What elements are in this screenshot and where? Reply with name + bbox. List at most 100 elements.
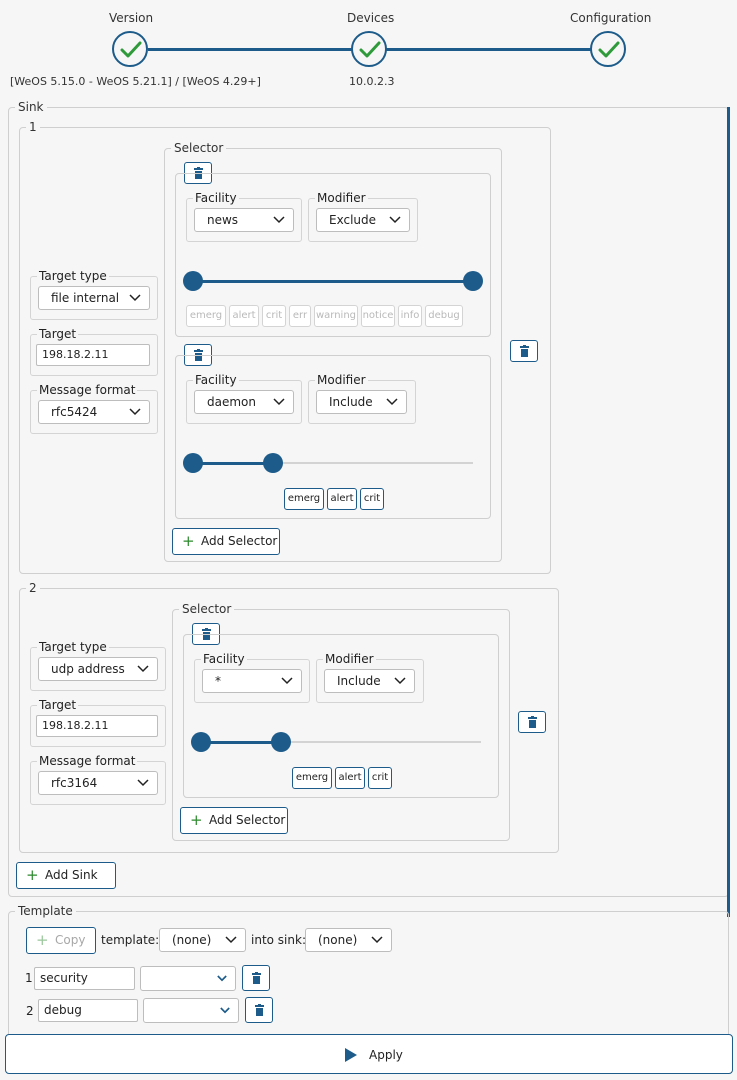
sink-2-target-type-select[interactable]: udp address	[38, 657, 158, 681]
slider-handle-start[interactable]	[183, 453, 203, 473]
facility-select[interactable]: *	[202, 669, 302, 693]
delete-template-row-button[interactable]	[242, 965, 270, 991]
template-legend: Template	[15, 904, 76, 918]
chevron-down-icon	[225, 936, 237, 944]
sink-2-index: 2	[26, 581, 40, 595]
step-version-circle[interactable]	[112, 31, 148, 67]
level-tag-alert[interactable]: alert	[327, 488, 357, 510]
delete-template-row-button[interactable]	[245, 997, 273, 1023]
selector-legend: Selector	[171, 141, 227, 155]
modifier-select[interactable]: Exclude	[316, 208, 410, 232]
check-icon	[359, 41, 381, 58]
slider-handle-end[interactable]	[263, 453, 283, 473]
facility-label: Facility	[193, 191, 239, 205]
facility-label: Facility	[193, 373, 239, 387]
slider-range-fill	[201, 740, 281, 744]
chevron-down-icon	[129, 294, 141, 302]
level-tag-crit[interactable]: crit	[360, 488, 384, 510]
target-type-label: Target type	[37, 269, 109, 283]
chevron-down-icon	[220, 1007, 230, 1014]
add-selector-button[interactable]: + Add Selector	[180, 807, 288, 834]
template-row-name-input[interactable]: debug	[38, 999, 138, 1022]
sink-1-target-input[interactable]: 198.18.2.11	[36, 344, 150, 366]
facility-select[interactable]: daemon	[194, 390, 294, 414]
slider-handle-start[interactable]	[183, 271, 203, 291]
template-row-select[interactable]	[140, 966, 236, 991]
into-sink-select[interactable]: (none)	[305, 928, 392, 952]
step-connector-1	[148, 48, 353, 51]
trash-icon	[252, 972, 261, 984]
step-devices-sub: 10.0.2.3	[349, 75, 395, 88]
template-select[interactable]: (none)	[159, 928, 246, 952]
copy-button[interactable]: + Copy	[26, 927, 96, 954]
add-selector-button[interactable]: + Add Selector	[172, 528, 280, 555]
step-configuration-circle[interactable]	[590, 31, 626, 67]
step-devices-circle[interactable]	[351, 31, 387, 67]
chevron-down-icon	[129, 408, 141, 416]
modifier-select[interactable]: Include	[316, 390, 407, 414]
template-label: template:	[101, 933, 160, 947]
sink-1-format-select[interactable]: rfc5424	[38, 400, 150, 424]
slider-range-fill	[193, 279, 473, 283]
level-tag-err[interactable]: err	[289, 305, 311, 327]
step-version-label: Version	[109, 11, 154, 25]
apply-button[interactable]: Apply	[5, 1034, 733, 1074]
modifier-label: Modifier	[315, 373, 368, 387]
check-icon	[120, 41, 142, 58]
target-label: Target	[37, 698, 79, 712]
chevron-down-icon	[273, 398, 285, 406]
level-tag-alert[interactable]: alert	[335, 767, 365, 789]
selector-legend: Selector	[179, 602, 235, 616]
chevron-down-icon	[273, 216, 285, 224]
level-tag-emerg[interactable]: emerg	[186, 305, 226, 327]
modifier-label: Modifier	[315, 191, 368, 205]
facility-select[interactable]: news	[194, 208, 294, 232]
check-icon	[598, 41, 620, 58]
delete-sink-button[interactable]	[518, 711, 546, 733]
message-format-label: Message format	[37, 754, 138, 768]
target-label: Target	[37, 327, 79, 341]
sink-2-target-input[interactable]: 198.18.2.11	[36, 715, 158, 737]
apply-label: Apply	[369, 1048, 403, 1062]
step-devices-label: Devices	[347, 11, 395, 25]
slider-range-fill	[193, 461, 273, 465]
modifier-select[interactable]: Include	[324, 669, 415, 693]
slider-handle-start[interactable]	[191, 732, 211, 752]
delete-sink-button[interactable]	[510, 340, 538, 362]
slider-handle-end[interactable]	[463, 271, 483, 291]
chevron-down-icon	[371, 936, 383, 944]
level-tag-crit[interactable]: crit	[368, 767, 392, 789]
sink-legend: Sink	[15, 100, 47, 114]
chevron-down-icon	[137, 779, 149, 787]
level-tag-warning[interactable]: warning	[314, 305, 358, 327]
step-version-sub: [WeOS 5.15.0 - WeOS 5.21.1] / [WeOS 4.29…	[10, 75, 261, 88]
sink-1-index: 1	[26, 120, 40, 134]
message-format-label: Message format	[37, 383, 138, 397]
sink-1-target-type-select[interactable]: file internal	[38, 286, 150, 310]
level-tag-emerg[interactable]: emerg	[292, 767, 332, 789]
level-tag-notice[interactable]: notice	[361, 305, 395, 327]
step-configuration-label: Configuration	[570, 11, 652, 25]
scrollbar[interactable]	[727, 107, 730, 917]
template-row-index: 2	[26, 1004, 34, 1018]
into-sink-label: into sink:	[251, 933, 306, 947]
chevron-down-icon	[394, 677, 406, 685]
sink-2-format-select[interactable]: rfc3164	[38, 771, 158, 795]
level-tag-info[interactable]: info	[398, 305, 422, 327]
level-tag-crit[interactable]: crit	[262, 305, 286, 327]
trash-icon	[528, 716, 537, 728]
level-tag-emerg[interactable]: emerg	[284, 488, 324, 510]
template-row-select[interactable]	[143, 998, 239, 1023]
slider-handle-end[interactable]	[271, 732, 291, 752]
level-tag-alert[interactable]: alert	[229, 305, 259, 327]
level-tag-debug[interactable]: debug	[425, 305, 463, 327]
template-row-index: 1	[25, 971, 33, 985]
add-sink-button[interactable]: + Add Sink	[16, 862, 116, 889]
step-connector-2	[386, 48, 592, 51]
facility-label: Facility	[201, 652, 247, 666]
trash-icon	[255, 1004, 264, 1016]
chevron-down-icon	[386, 398, 398, 406]
template-row-name-input[interactable]: security	[34, 967, 135, 990]
target-type-label: Target type	[37, 640, 109, 654]
plus-icon: +	[26, 866, 39, 884]
